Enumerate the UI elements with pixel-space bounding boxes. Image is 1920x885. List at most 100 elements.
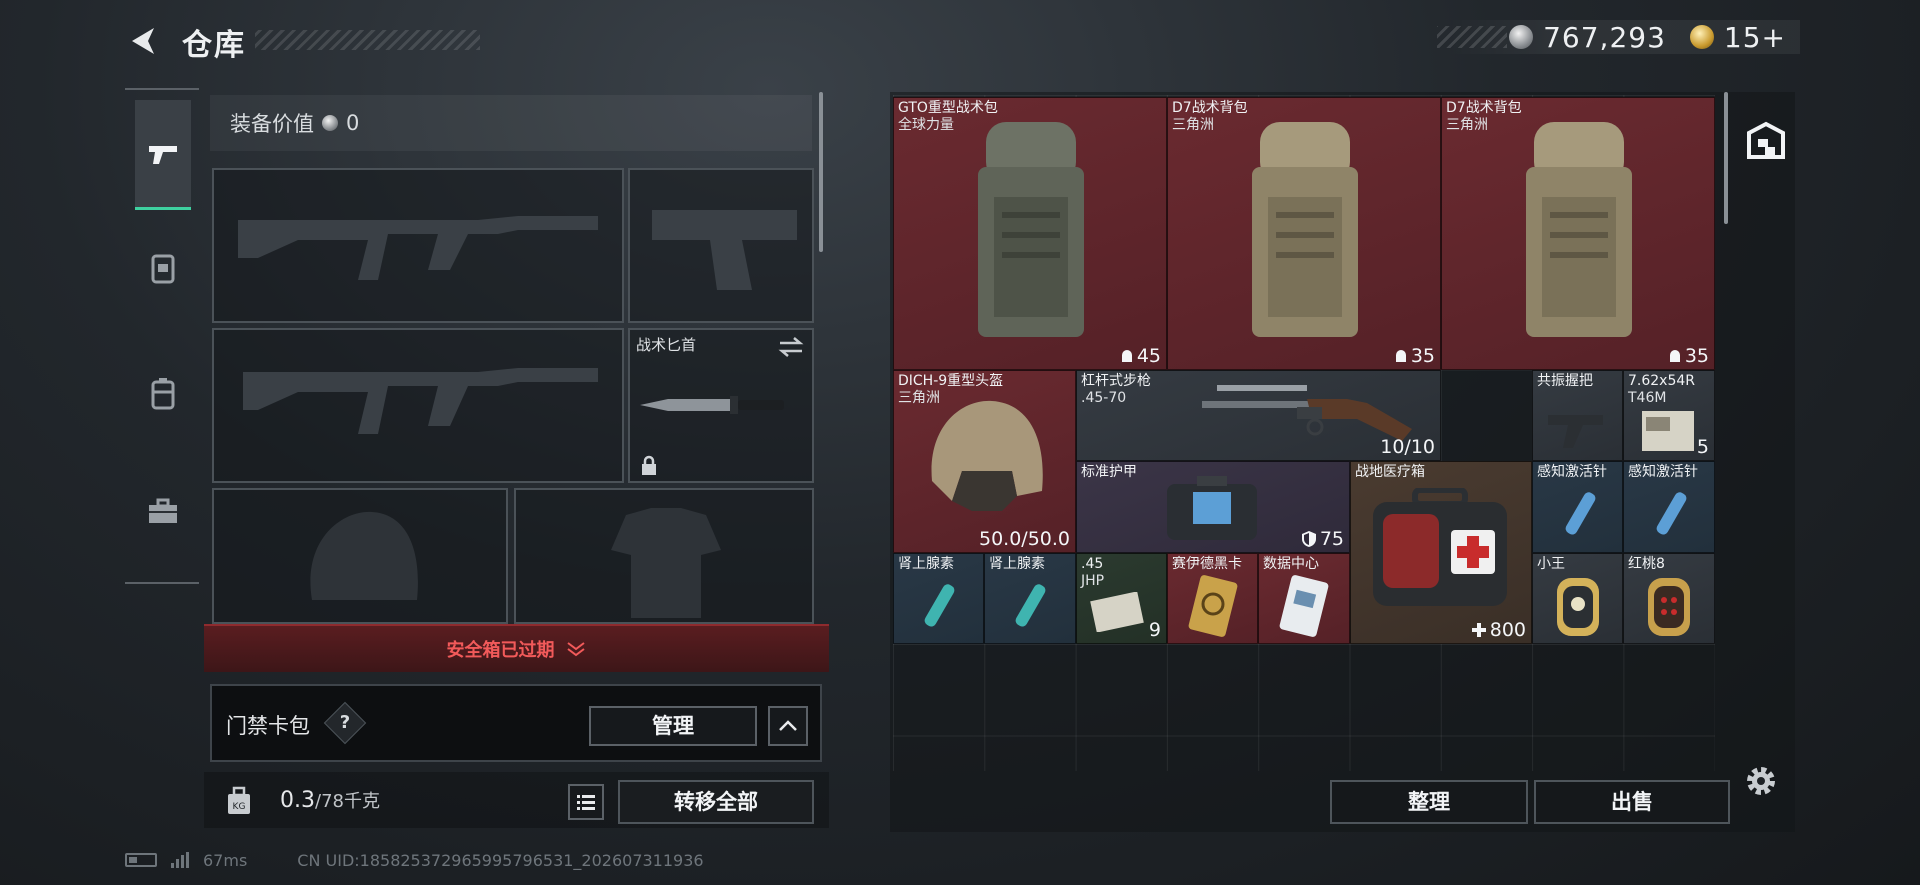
equipment-value-amount: 0: [346, 111, 360, 135]
primary-weapon-slot[interactable]: [212, 168, 624, 323]
armor-slot[interactable]: [514, 488, 814, 624]
stash-item-grip[interactable]: 共振握把: [1532, 370, 1623, 461]
lock-icon: [642, 455, 656, 475]
stash-item-ammo-45[interactable]: .45 JHP 9: [1076, 553, 1167, 644]
stash-item-black-card[interactable]: 赛伊德黑卡: [1167, 553, 1258, 644]
stash-item-heart-eight-card[interactable]: 红桃8: [1623, 553, 1715, 644]
stash-item-medkit[interactable]: 战地医疗箱 800: [1350, 461, 1532, 644]
settings-gear-icon[interactable]: [1742, 762, 1780, 800]
ammo-box-icon: [1090, 592, 1144, 632]
help-icon[interactable]: ?: [323, 701, 367, 745]
gold-coin-icon: [1689, 25, 1714, 49]
secondary-weapon-slot[interactable]: [212, 328, 624, 483]
keycard-wallet: 门禁卡包 ? 管理: [210, 684, 822, 762]
medkit-icon: [1373, 488, 1507, 606]
playing-card-icon: [1557, 578, 1599, 636]
syringe-icon: [924, 584, 955, 627]
loadout-scrollbar[interactable]: [819, 92, 823, 252]
ping-readout: 67ms: [203, 850, 248, 870]
stash-panel: GTO重型战术包 全球力量 45 D7战术背包 三角洲 35 D7战术背包 三角…: [890, 92, 1795, 832]
sidearm-slot[interactable]: [628, 168, 814, 323]
melee-label: 战术匕首: [636, 336, 697, 354]
collapse-button[interactable]: [768, 706, 808, 746]
tab-equipment[interactable]: [135, 214, 191, 324]
status-bar: 67ms CN UID:185825372965995796531_202607…: [125, 848, 704, 872]
plus-icon: [1471, 623, 1486, 637]
pistol-silhouette-icon: [652, 210, 797, 290]
stash-item-datacenter-card[interactable]: 数据中心: [1258, 553, 1350, 644]
playing-card-icon: [1648, 578, 1690, 636]
svg-text:KG: KG: [233, 802, 246, 812]
equipment-value-label: 装备价值: [230, 112, 314, 136]
stash-item-d7-backpack[interactable]: D7战术背包 三角洲 35: [1441, 97, 1715, 370]
helmet-slot[interactable]: [212, 488, 508, 624]
stash-item-body-armor[interactable]: 标准护甲 75: [1076, 461, 1350, 553]
tab-weapons[interactable]: [135, 100, 191, 210]
stash-item-gto-backpack[interactable]: GTO重型战术包 全球力量 45: [893, 97, 1167, 370]
tab-toolbox[interactable]: [135, 456, 191, 566]
rifle-silhouette-icon: [238, 216, 598, 280]
category-tabs: [125, 88, 199, 584]
signal-icon: [171, 852, 189, 868]
stash-item-perception-injector[interactable]: 感知激活针: [1623, 461, 1715, 553]
capacity-icon: [1669, 350, 1680, 362]
stash-item-d7-backpack[interactable]: D7战术背包 三角洲 35: [1167, 97, 1441, 370]
weight-icon: KG: [222, 784, 256, 818]
page-title: 仓库: [182, 28, 246, 63]
keycard-icon: [1279, 575, 1329, 637]
syringe-icon: [1656, 492, 1687, 535]
armor-silhouette-icon: [611, 508, 721, 618]
armor-icon: [1167, 476, 1257, 540]
backpack-icon: [1252, 122, 1358, 337]
syringe-icon: [1565, 492, 1596, 535]
sell-button[interactable]: 出售: [1534, 780, 1730, 824]
grip-icon: [1548, 415, 1603, 448]
user-uid: CN UID:185825372965995796531_20260731193…: [297, 850, 704, 870]
knife-icon: [640, 396, 784, 414]
tab-backpack[interactable]: [135, 338, 191, 448]
stash-item-adrenaline[interactable]: 肾上腺素: [984, 553, 1076, 644]
chevron-up-icon: [779, 720, 797, 731]
capacity-icon: [1395, 350, 1406, 362]
back-arrow-icon[interactable]: [124, 22, 162, 60]
manage-button[interactable]: 管理: [589, 706, 757, 746]
sort-button[interactable]: 整理: [1330, 780, 1528, 824]
weight-readout: 0.3/78千克: [280, 787, 380, 813]
capacity-bar: KG 0.3/78千克 转移全部: [204, 772, 829, 828]
storage-icon: [1747, 121, 1785, 159]
swap-arrows-icon[interactable]: [778, 336, 804, 358]
stash-item-lever-rifle[interactable]: 杠杆式步枪 .45-70 10/10: [1076, 370, 1441, 461]
equipment-value: 装备价值 0: [210, 95, 812, 151]
list-icon: [577, 795, 595, 810]
transfer-all-button[interactable]: 转移全部: [618, 780, 814, 824]
backpack-icon: [1526, 122, 1632, 337]
stash-item-helmet[interactable]: DICH-9重型头盔 三角洲 50.0/50.0: [893, 370, 1076, 553]
backpack-icon: [978, 122, 1084, 337]
stash-item-joker-card[interactable]: 小王: [1532, 553, 1623, 644]
top-bar: 仓库 767,293 15+: [0, 0, 1920, 80]
weight-current: 0.3: [280, 788, 315, 813]
safebox-status: 安全箱已过期: [446, 640, 555, 661]
chevron-down-icon: [566, 642, 585, 657]
capacity-icon: [1121, 350, 1132, 362]
silver-balance: 767,293: [1543, 20, 1666, 54]
safebox-expired-banner[interactable]: 安全箱已过期: [204, 624, 829, 672]
shield-icon: [1301, 531, 1316, 547]
stash-item-perception-injector[interactable]: 感知激活针: [1532, 461, 1623, 553]
stash-scrollbar[interactable]: [1724, 92, 1728, 224]
rifle-silhouette-icon: [243, 368, 598, 434]
helmet-icon: [931, 400, 1043, 511]
battery-icon: [125, 853, 157, 867]
stash-item-ammo-762[interactable]: 7.62x54R T46M 5: [1623, 370, 1715, 461]
list-view-button[interactable]: [568, 784, 604, 820]
vest-icon: [151, 254, 175, 284]
stash-item-adrenaline[interactable]: 肾上腺素: [893, 553, 984, 644]
ammo-box-icon: [1642, 411, 1694, 451]
pistol-icon: [149, 145, 177, 164]
tab-stash-main[interactable]: [1737, 97, 1795, 185]
melee-slot[interactable]: 战术匕首: [628, 328, 814, 483]
title-decoration: [255, 30, 480, 50]
gold-balance[interactable]: 15+: [1724, 21, 1786, 54]
helmet-silhouette-icon: [310, 511, 418, 600]
syringe-icon: [1015, 584, 1046, 627]
